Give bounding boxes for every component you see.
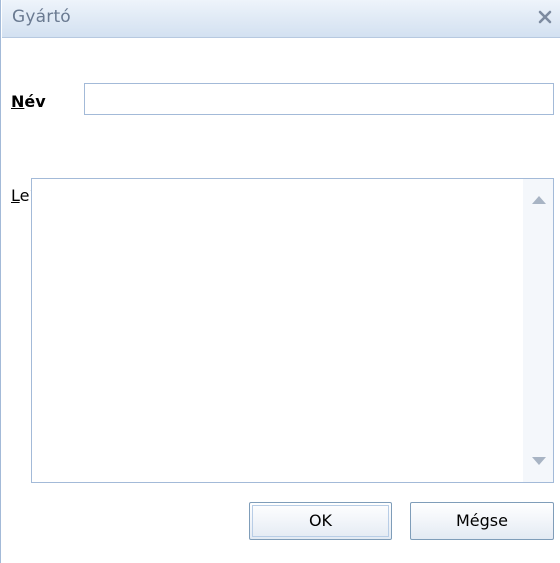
cancel-button-label: Mégse bbox=[456, 511, 508, 530]
name-input[interactable] bbox=[84, 83, 554, 115]
scroll-up-arrow-icon[interactable] bbox=[532, 196, 546, 204]
description-textarea[interactable] bbox=[32, 179, 522, 482]
scroll-down-arrow-icon[interactable] bbox=[532, 457, 546, 465]
cancel-button[interactable]: Mégse bbox=[410, 502, 554, 540]
description-field[interactable] bbox=[31, 178, 554, 483]
close-icon[interactable] bbox=[535, 7, 555, 27]
ok-button-label: OK bbox=[308, 511, 333, 530]
description-scrollbar[interactable] bbox=[523, 179, 553, 482]
name-label: Név bbox=[11, 92, 46, 111]
dialog-title: Gyártó bbox=[12, 7, 71, 27]
dialog-window: Gyártó Név Leírás OK Mégse bbox=[0, 0, 560, 563]
ok-button[interactable]: OK bbox=[249, 502, 392, 540]
title-bar[interactable]: Gyártó bbox=[2, 0, 560, 38]
